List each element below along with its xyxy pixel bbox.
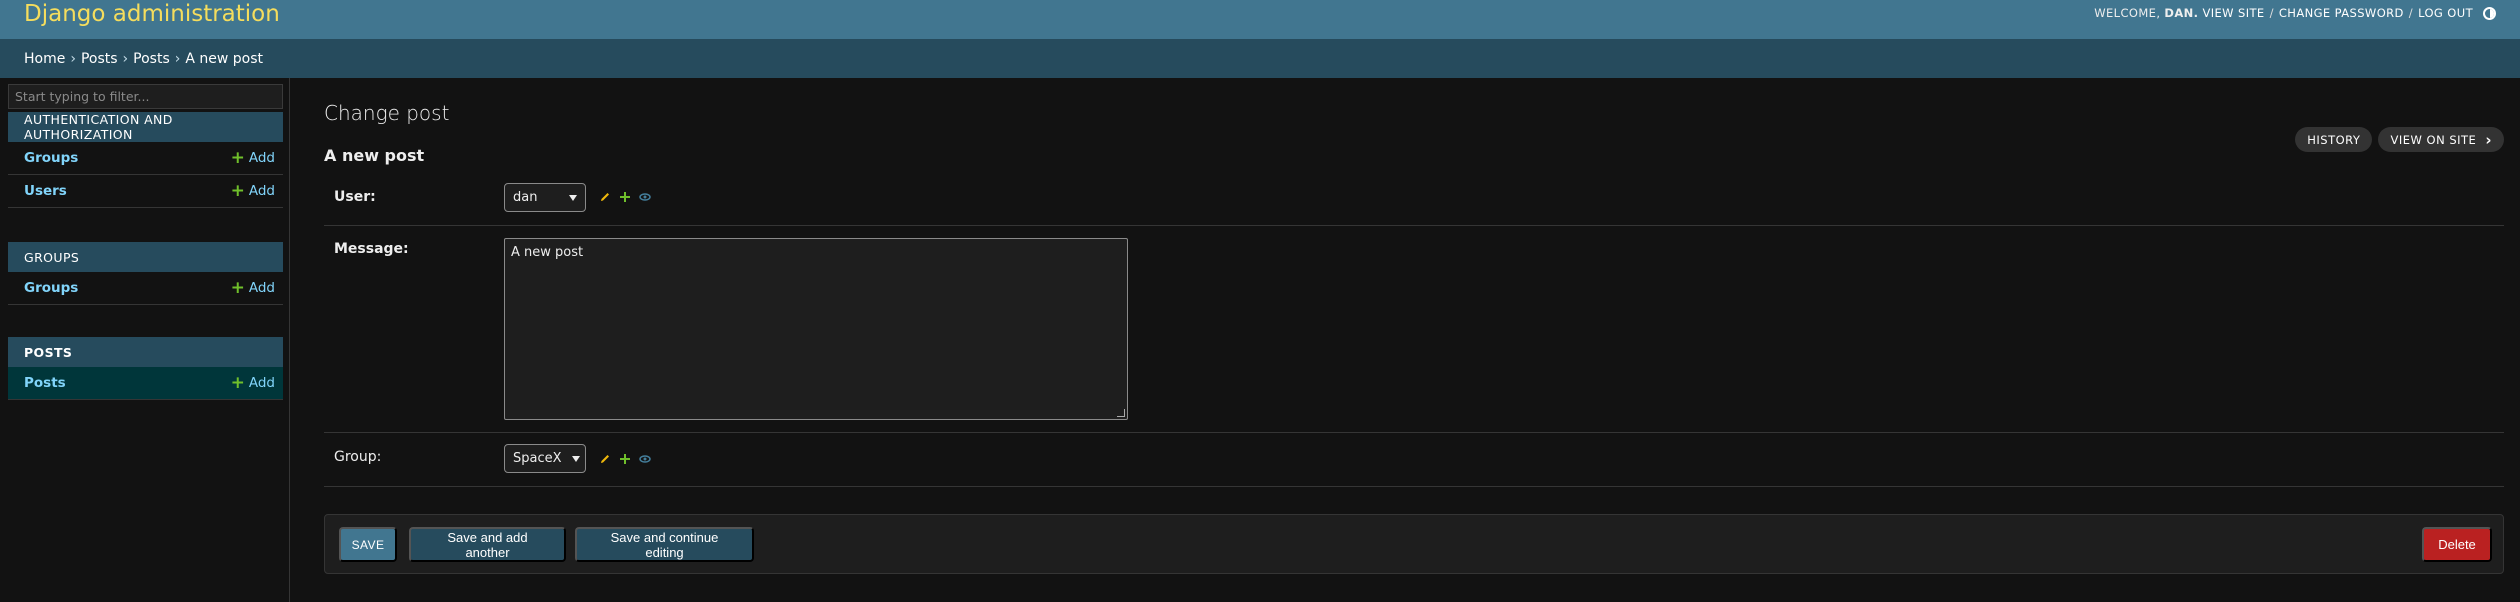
add-label: Add (248, 375, 275, 391)
user-select-value: dan (513, 190, 538, 205)
module-auth: AUTHENTICATION AND AUTHORIZATION Groups … (8, 112, 283, 208)
add-groups-link[interactable]: + Add (230, 147, 275, 168)
username: DAN. (2164, 6, 2199, 20)
plus-icon: + (230, 372, 245, 393)
log-out-link[interactable]: LOG OUT (2418, 5, 2473, 21)
add-posts-link[interactable]: + Add (230, 372, 275, 393)
breadcrumb-separator: › (174, 50, 181, 67)
field-label-user: User: (334, 189, 376, 205)
change-password-link[interactable]: CHANGE PASSWORD (2279, 5, 2404, 21)
plus-icon: + (230, 180, 245, 201)
chevron-right-icon: › (2485, 130, 2492, 149)
module-caption[interactable]: AUTHENTICATION AND AUTHORIZATION (8, 112, 283, 142)
module-caption[interactable]: POSTS (8, 337, 283, 367)
save-and-add-another-button[interactable]: Save and add another (409, 527, 566, 562)
model-link-groups[interactable]: Groups (24, 280, 78, 296)
field-label-group: Group: (334, 449, 382, 465)
save-button[interactable]: SAVE (339, 527, 397, 562)
message-textarea[interactable]: A new post (504, 238, 1128, 420)
plus-icon[interactable] (618, 452, 632, 466)
field-row-group: Group: SpaceX (324, 433, 2504, 487)
page-title: Change post (324, 101, 450, 125)
breadcrumb-current: A new post (185, 50, 264, 67)
history-button[interactable]: HISTORY (2295, 127, 2373, 152)
add-label: Add (248, 183, 275, 199)
module-caption[interactable]: GROUPS (8, 242, 283, 272)
header: Django administration WELCOME, DAN. VIEW… (0, 0, 2520, 39)
separator: / (2269, 6, 2274, 20)
user-tools: WELCOME, DAN. VIEW SITE / CHANGE PASSWOR… (2094, 5, 2496, 21)
add-users-link[interactable]: + Add (230, 180, 275, 201)
user-select[interactable]: dan (504, 183, 586, 212)
delete-button[interactable]: Delete (2422, 527, 2492, 562)
welcome-text: WELCOME, (2094, 6, 2161, 20)
group-select-value: SpaceX (513, 451, 562, 466)
field-row-message: Message: A new post (324, 226, 2504, 433)
sidebar-item-groups: Groups + Add (8, 272, 283, 305)
breadcrumb-home[interactable]: Home (24, 51, 65, 67)
breadcrumb-separator: › (122, 50, 129, 67)
breadcrumb: Home › Posts › Posts › A new post (0, 39, 2520, 78)
add-label: Add (248, 280, 275, 296)
related-widget-actions (598, 190, 658, 204)
module-groups: GROUPS Groups + Add (8, 242, 283, 305)
theme-toggle-icon[interactable] (2483, 6, 2496, 20)
breadcrumb-separator: › (70, 50, 76, 67)
main-content: Change post A new post HISTORY VIEW ON S… (324, 78, 2504, 602)
model-link-users[interactable]: Users (24, 183, 67, 199)
sidebar-item-groups: Groups + Add (8, 142, 283, 175)
eye-icon[interactable] (638, 190, 652, 204)
plus-icon: + (230, 147, 245, 168)
related-widget-actions (598, 452, 658, 466)
nav-filter-input[interactable] (8, 84, 283, 109)
eye-icon[interactable] (638, 452, 652, 466)
plus-icon: + (230, 277, 245, 298)
object-tools: HISTORY VIEW ON SITE › (2289, 127, 2504, 152)
model-link-posts[interactable]: Posts (24, 375, 66, 391)
history-label: HISTORY (2307, 132, 2361, 147)
pencil-icon[interactable] (598, 452, 612, 466)
add-groups-link[interactable]: + Add (230, 277, 275, 298)
site-name[interactable]: Django administration (24, 0, 280, 28)
chevron-down-icon (569, 194, 577, 201)
message-value: A new post (511, 245, 584, 260)
pencil-icon[interactable] (598, 190, 612, 204)
resize-handle[interactable] (1117, 409, 1125, 417)
chevron-down-icon (571, 455, 580, 462)
separator: / (2408, 6, 2414, 20)
field-row-user: User: dan (324, 176, 2504, 226)
submit-row: SAVE Save and add another Save and conti… (324, 514, 2504, 574)
nav-sidebar: AUTHENTICATION AND AUTHORIZATION Groups … (0, 78, 290, 602)
plus-icon[interactable] (618, 190, 632, 204)
field-label-message: Message: (334, 241, 409, 257)
group-select[interactable]: SpaceX (504, 444, 586, 473)
add-label: Add (248, 150, 275, 166)
sidebar-item-posts: Posts + Add (8, 367, 283, 400)
module-posts: POSTS Posts + Add (8, 337, 283, 400)
breadcrumb-model[interactable]: Posts (133, 51, 170, 67)
save-and-continue-button[interactable]: Save and continue editing (575, 527, 754, 562)
breadcrumb-app[interactable]: Posts (81, 51, 118, 67)
view-site-link[interactable]: VIEW SITE (2202, 5, 2264, 21)
view-on-site-label: VIEW ON SITE (2390, 132, 2477, 147)
view-on-site-button[interactable]: VIEW ON SITE › (2378, 127, 2504, 152)
sidebar-item-users: Users + Add (8, 175, 283, 208)
model-link-groups[interactable]: Groups (24, 150, 78, 166)
object-title: A new post (324, 146, 425, 165)
